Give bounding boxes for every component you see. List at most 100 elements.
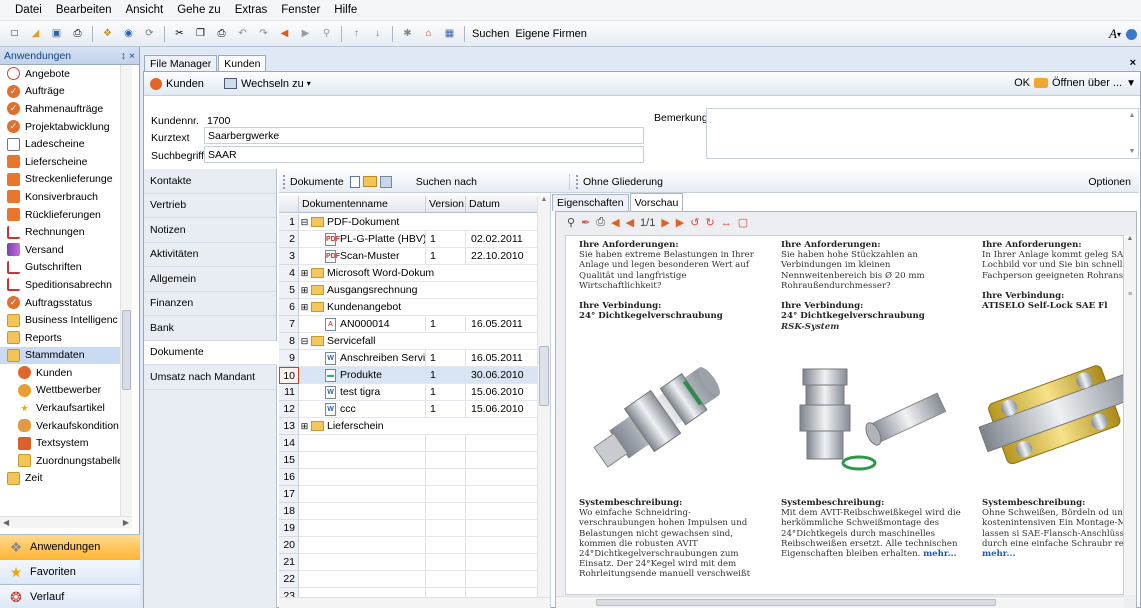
detail-tab-0[interactable]: Kontakte	[144, 169, 276, 194]
redo-icon[interactable]: ↷	[255, 26, 272, 42]
table-row[interactable]: 17	[279, 486, 537, 503]
nav-item-11[interactable]: Gutschriften	[0, 259, 128, 277]
nav-item-14[interactable]: Business Intelligenc	[0, 311, 128, 329]
table-row[interactable]: 12 Wccc 1 15.06.2010	[279, 401, 537, 418]
column-header-name[interactable]: Dokumentenname	[299, 196, 426, 212]
grid-icon[interactable]: ▦	[441, 26, 458, 42]
nav-item-18[interactable]: Wettbewerber	[0, 382, 128, 400]
nav-item-23[interactable]: Zeit	[0, 470, 128, 488]
new-document-icon[interactable]: □	[6, 26, 23, 42]
expand-icon[interactable]: ⊞	[300, 302, 309, 312]
nav-item-4[interactable]: Ladescheine	[0, 135, 128, 153]
search-term-field[interactable]: SAAR	[204, 146, 644, 163]
navigation-horizontal-scrollbar[interactable]: ◀ ▶	[0, 516, 132, 528]
short-text-field[interactable]: Saarbergwerke	[204, 127, 644, 144]
column-header-version[interactable]: Version	[426, 196, 466, 212]
nav-button-0[interactable]: ❖ Anwendungen	[0, 534, 140, 559]
nav-item-9[interactable]: Rechnungen	[0, 223, 128, 241]
menu-item-2[interactable]: Ansicht	[118, 4, 170, 16]
refresh-icon[interactable]: ⟳	[141, 26, 158, 42]
magnifier-icon[interactable]: ⚲	[318, 26, 335, 42]
table-row[interactable]: 10 ▬ Produkte 1 30.06.2010	[279, 367, 537, 384]
detail-tab-2[interactable]: Notizen	[144, 218, 276, 243]
remark-scrollbar[interactable]: ▲ ▼	[1127, 109, 1137, 158]
first-page-icon[interactable]: ◀	[611, 216, 619, 229]
menu-item-6[interactable]: Hilfe	[327, 4, 364, 16]
search-for-label[interactable]: Suchen nach	[416, 176, 477, 188]
grid-horizontal-scrollbar[interactable]	[279, 597, 550, 608]
scrollbar-thumb[interactable]	[122, 310, 131, 390]
table-row[interactable]: 5 ⊞ Ausgangsrechnung	[279, 282, 537, 299]
save-icon[interactable]: ▣	[48, 26, 65, 42]
folder-icon[interactable]	[362, 176, 377, 187]
remark-field[interactable]: ▲ ▼	[706, 108, 1139, 159]
column-header-date[interactable]: Datum	[466, 196, 537, 212]
detail-tab-4[interactable]: Allgemein	[144, 267, 276, 292]
table-row[interactable]: 19	[279, 520, 537, 537]
detail-tab-8[interactable]: Umsatz nach Mandant	[144, 365, 276, 390]
document-tab-0[interactable]: File Manager	[144, 55, 218, 71]
table-row[interactable]: 6 ⊞ Kundenangebot	[279, 299, 537, 316]
more-link[interactable]: mehr...	[982, 549, 1016, 559]
menu-item-5[interactable]: Fenster	[274, 4, 327, 16]
table-row[interactable]: 16	[279, 469, 537, 486]
table-row[interactable]: 11 Wtest tigra 1 15.06.2010	[279, 384, 537, 401]
navigation-scrollbar[interactable]	[120, 65, 132, 526]
previous-page-icon[interactable]: ◀	[626, 216, 634, 229]
grouping-dropdown[interactable]: Ohne Gliederung	[583, 176, 663, 188]
ok-button[interactable]: OK	[1014, 77, 1030, 89]
grid-vertical-scrollbar[interactable]: ▲	[537, 196, 550, 597]
forward-icon[interactable]: ▶	[297, 26, 314, 42]
menu-item-3[interactable]: Gehe zu	[170, 4, 227, 16]
home-icon[interactable]: ⌂	[420, 26, 437, 42]
detail-tab-6[interactable]: Bank	[144, 316, 276, 341]
table-row[interactable]: 8 ⊟ Servicefall	[279, 333, 537, 350]
menu-item-1[interactable]: Bearbeiten	[49, 4, 119, 16]
nav-item-22[interactable]: Zuordnungstabelle	[0, 452, 128, 470]
nav-item-13[interactable]: ✓ Auftragsstatus	[0, 294, 128, 312]
menu-item-0[interactable]: Datei	[8, 4, 49, 16]
rotate-left-icon[interactable]: ↺	[690, 216, 699, 229]
nav-item-12[interactable]: Speditionsabrechn	[0, 276, 128, 294]
expand-icon[interactable]: ⊞	[300, 268, 309, 278]
table-row[interactable]: 22	[279, 571, 537, 588]
close-document-icon[interactable]: ×	[1130, 57, 1136, 69]
open-with-button[interactable]: Öffnen über ...	[1052, 77, 1122, 89]
nav-item-17[interactable]: Kunden	[0, 364, 128, 382]
attach-icon[interactable]	[379, 175, 392, 188]
detail-tab-3[interactable]: Aktivitäten	[144, 243, 276, 267]
expand-icon[interactable]: ⊞	[300, 285, 309, 295]
table-row[interactable]: 18	[279, 503, 537, 520]
expand-icon[interactable]: ⊞	[300, 421, 309, 431]
more-link[interactable]: mehr...	[923, 549, 957, 559]
sort-down-icon[interactable]: ↓	[369, 26, 386, 42]
nav-item-3[interactable]: ✓ Projektabwicklung	[0, 118, 128, 136]
nav-item-16[interactable]: Stammdaten	[0, 346, 128, 365]
overflow-icon[interactable]: ▼	[1126, 78, 1136, 89]
print-icon[interactable]: ⎙	[69, 26, 86, 42]
menu-item-4[interactable]: Extras	[228, 4, 275, 16]
font-size-icon[interactable]: A	[1109, 26, 1117, 42]
nav-item-19[interactable]: ★ Verkaufsartikel	[0, 399, 128, 417]
last-page-icon[interactable]: ▶	[676, 216, 684, 229]
search-button[interactable]: Suchen	[469, 28, 512, 40]
new-document-icon[interactable]	[349, 175, 360, 188]
switch-to-dropdown[interactable]: Wechseln zu	[241, 78, 304, 90]
expand-icon[interactable]: ⊟	[300, 217, 309, 227]
table-row[interactable]: 21	[279, 554, 537, 571]
preview-horizontal-scrollbar[interactable]	[556, 596, 1124, 608]
nav-item-20[interactable]: Verkaufskondition	[0, 417, 128, 435]
nav-item-1[interactable]: ✓ Aufträge	[0, 83, 128, 101]
sort-up-icon[interactable]: ↑	[348, 26, 365, 42]
print-icon[interactable]: ⎙	[596, 216, 605, 229]
paste-icon[interactable]: ⎙	[213, 26, 230, 42]
rotate-right-icon[interactable]: ↻	[705, 216, 714, 229]
table-row[interactable]: 3 PDF Scan-Muster 1 22.10.2010	[279, 248, 537, 265]
nav-button-2[interactable]: ❂ Verlauf	[0, 584, 140, 608]
table-row[interactable]: 20	[279, 537, 537, 554]
edit-icon[interactable]: ✒	[581, 216, 590, 229]
document-tab-1[interactable]: Kunden	[218, 55, 267, 71]
table-row[interactable]: 9 W Anschreiben Servic 1 16.05.2011	[279, 350, 537, 367]
preview-vertical-scrollbar[interactable]: ▲ ≡	[1124, 235, 1136, 595]
scrollbar-thumb[interactable]	[596, 599, 996, 606]
